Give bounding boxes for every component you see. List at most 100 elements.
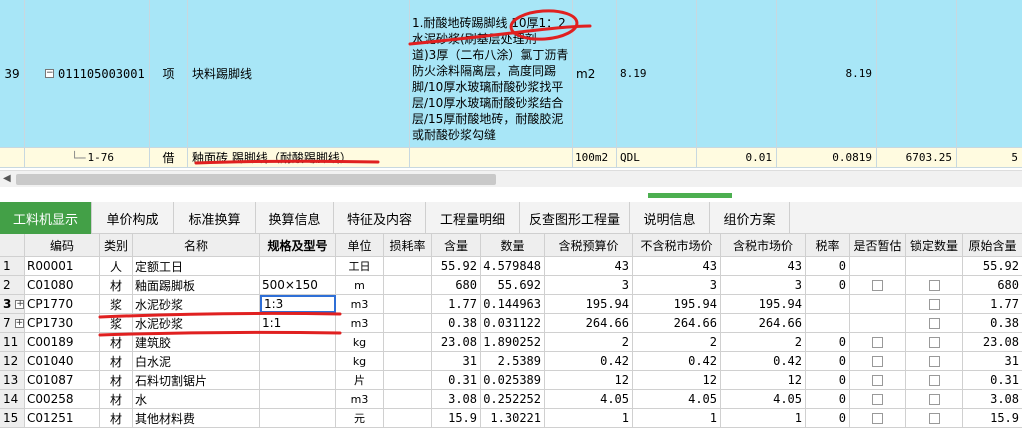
tax-rate[interactable]: 0 [806, 352, 850, 370]
content-value[interactable]: 680 [432, 276, 481, 294]
material-unit[interactable]: m3 [336, 314, 384, 332]
estimate-cell[interactable] [850, 390, 906, 408]
original-content[interactable]: 31 [963, 352, 1022, 370]
material-unit[interactable]: kg [336, 352, 384, 370]
estimate-cell[interactable] [850, 371, 906, 389]
table-row[interactable]: 3 + CP1770 浆水泥砂浆 1:3 m3 1.77 0.144963 195.94 195.… [0, 295, 1022, 314]
market-price-in-tax[interactable]: 12 [721, 371, 806, 389]
material-code[interactable]: C01251 [25, 409, 100, 427]
tax-budget-price[interactable]: 43 [545, 257, 633, 275]
tax-budget-price[interactable]: 195.94 [545, 295, 633, 313]
col-tax-rate[interactable]: 税率 [806, 234, 850, 256]
material-category[interactable]: 浆 [100, 295, 133, 313]
list-item-row[interactable]: 39 − 011105003001 项 块料踢脚线 1.耐酸地砖踢脚线 10厚1… [0, 0, 1022, 148]
market-price-in-tax[interactable]: 195.94 [721, 295, 806, 313]
tab-quantity-detail[interactable]: 工程量明细 [426, 202, 520, 234]
material-spec[interactable] [260, 257, 336, 275]
tab-pricing-scheme[interactable]: 组价方案 [710, 202, 790, 234]
tax-budget-price[interactable]: 2 [545, 333, 633, 351]
material-spec[interactable] [260, 333, 336, 351]
material-name[interactable]: 其他材料费 [133, 409, 260, 427]
material-code[interactable]: CP1730 [25, 314, 100, 332]
content-value[interactable]: 0.38 [432, 314, 481, 332]
content-value[interactable]: 15.9 [432, 409, 481, 427]
tab-features-content[interactable]: 特征及内容 [334, 202, 426, 234]
market-price-ex-tax[interactable]: 264.66 [633, 314, 721, 332]
original-content[interactable]: 55.92 [963, 257, 1022, 275]
market-price-ex-tax[interactable]: 12 [633, 371, 721, 389]
market-price-in-tax[interactable]: 3 [721, 276, 806, 294]
material-name[interactable]: 石料切割锯片 [133, 371, 260, 389]
lock-cell[interactable] [906, 352, 963, 370]
quantity-value[interactable]: 1.890252 [481, 333, 545, 351]
material-code[interactable]: CP1770 [25, 295, 100, 313]
material-code[interactable]: C00258 [25, 390, 100, 408]
content-value[interactable]: 31 [432, 352, 481, 370]
lock-cell[interactable] [906, 390, 963, 408]
tab-description-info[interactable]: 说明信息 [630, 202, 710, 234]
material-code[interactable]: C01040 [25, 352, 100, 370]
quantity-value[interactable]: 1.30221 [481, 409, 545, 427]
estimate-checkbox[interactable] [872, 374, 883, 386]
loss-rate[interactable] [384, 409, 432, 427]
lock-checkbox[interactable] [928, 298, 940, 310]
tab-standard-conversion[interactable]: 标准换算 [174, 202, 256, 234]
tab-conversion-info[interactable]: 换算信息 [256, 202, 334, 234]
material-category[interactable]: 浆 [100, 314, 133, 332]
col-spec[interactable]: 规格及型号 [260, 234, 336, 256]
collapse-icon[interactable]: − [45, 69, 54, 78]
table-row[interactable]: 1 R00001 人定额工日 工日 55.92 4.579848 43 43 43 0 55.92 [0, 257, 1022, 276]
lock-cell[interactable] [906, 314, 963, 332]
material-category[interactable]: 材 [100, 333, 133, 351]
original-content[interactable]: 23.08 [963, 333, 1022, 351]
content-value[interactable]: 3.08 [432, 390, 481, 408]
lock-cell[interactable] [906, 276, 963, 294]
col-original-content[interactable]: 原始含量 [963, 234, 1022, 256]
tax-rate[interactable]: 0 [806, 333, 850, 351]
market-price-in-tax[interactable]: 0.42 [721, 352, 806, 370]
material-unit[interactable]: kg [336, 333, 384, 351]
tax-rate[interactable] [806, 295, 850, 313]
col-is-estimated[interactable]: 是否暂估 [850, 234, 906, 256]
content-value[interactable]: 0.31 [432, 371, 481, 389]
market-price-ex-tax[interactable]: 0.42 [633, 352, 721, 370]
table-row[interactable]: 15 C01251 材其他材料费元 15.9 1.30221 1 1 1 0 15.9 [0, 409, 1022, 428]
tax-budget-price[interactable]: 264.66 [545, 314, 633, 332]
lock-cell[interactable] [906, 371, 963, 389]
table-row[interactable]: 2 C01080 材釉面踢脚板 500×150 m 680 55.692 3 3 3 0 680 [0, 276, 1022, 295]
material-name[interactable]: 水泥砂浆 [133, 314, 260, 332]
tax-rate[interactable] [806, 314, 850, 332]
splitter-grip[interactable] [648, 193, 732, 198]
col-tax-budget-price[interactable]: 含税预算价 [545, 234, 633, 256]
material-code[interactable]: C01087 [25, 371, 100, 389]
estimate-checkbox[interactable] [872, 336, 883, 348]
loss-rate[interactable] [384, 352, 432, 370]
panel-splitter[interactable] [0, 188, 1022, 202]
col-lock-quantity[interactable]: 锁定数量 [906, 234, 963, 256]
material-code[interactable]: C00189 [25, 333, 100, 351]
original-content[interactable]: 15.9 [963, 409, 1022, 427]
material-code[interactable]: R00001 [25, 257, 100, 275]
quantity-value[interactable]: 4.579848 [481, 257, 545, 275]
loss-rate[interactable] [384, 371, 432, 389]
estimate-cell[interactable] [850, 276, 906, 294]
material-name[interactable]: 定额工日 [133, 257, 260, 275]
loss-rate[interactable] [384, 333, 432, 351]
market-price-ex-tax[interactable]: 2 [633, 333, 721, 351]
content-value[interactable]: 55.92 [432, 257, 481, 275]
loss-rate[interactable] [384, 257, 432, 275]
material-category[interactable]: 材 [100, 352, 133, 370]
quantity-value[interactable]: 0.025389 [481, 371, 545, 389]
material-spec[interactable] [260, 371, 336, 389]
material-unit[interactable]: 工日 [336, 257, 384, 275]
market-price-in-tax[interactable]: 4.05 [721, 390, 806, 408]
lock-checkbox[interactable] [928, 317, 940, 329]
material-spec[interactable]: 500×150 [260, 276, 336, 294]
table-row[interactable]: 7 + CP1730 浆水泥砂浆 1:1 m3 0.38 0.031122 264.66 264.… [0, 314, 1022, 333]
estimate-checkbox[interactable] [872, 355, 883, 367]
original-content[interactable]: 1.77 [963, 295, 1022, 313]
market-price-in-tax[interactable]: 264.66 [721, 314, 806, 332]
col-code[interactable]: 编码 [25, 234, 100, 256]
quantity-value[interactable]: 0.031122 [481, 314, 545, 332]
table-row[interactable]: 11 C00189 材建筑胶 kg 23.08 1.890252 2 2 2 0 23.08 [0, 333, 1022, 352]
